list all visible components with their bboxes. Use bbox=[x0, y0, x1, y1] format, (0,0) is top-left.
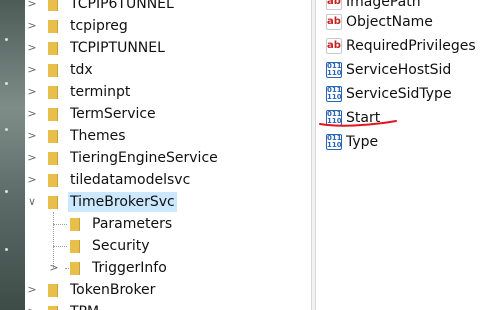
tree-item-label: TokenBroker bbox=[70, 282, 156, 298]
tree-item-timebrokersvc[interactable]: ∨ TimeBrokerSvc bbox=[25, 191, 295, 213]
value-row-servicehostsid[interactable]: 011 110 ServiceHostSid bbox=[316, 58, 500, 82]
tree-item-tdx[interactable]: > tdx bbox=[25, 59, 295, 81]
tree-item-label: tcpipreg bbox=[70, 18, 128, 34]
tree-item-tieringengineservice[interactable]: > TieringEngineService bbox=[25, 147, 295, 169]
tree-item-triggerinfo[interactable]: > TriggerInfo bbox=[25, 257, 295, 279]
value-name: RequiredPrivileges bbox=[346, 38, 476, 54]
tree-item-label: tdx bbox=[70, 62, 93, 78]
tree-item-label: Parameters bbox=[92, 216, 173, 232]
chevron-right-icon[interactable]: > bbox=[26, 37, 38, 59]
folder-icon bbox=[48, 42, 58, 55]
binary-value-icon: 011 110 bbox=[326, 110, 342, 126]
desktop-dot bbox=[5, 248, 8, 251]
value-row-type[interactable]: 011 110 Type bbox=[316, 130, 500, 154]
value-name: ServiceHostSid bbox=[346, 62, 452, 78]
value-name: ObjectName bbox=[346, 14, 433, 30]
string-value-icon: ab bbox=[326, 0, 342, 10]
tree-item-tcpiptunnel[interactable]: > TCPIPTUNNEL bbox=[25, 37, 295, 59]
tree-item-parameters[interactable]: Parameters bbox=[25, 213, 295, 235]
folder-icon bbox=[48, 174, 58, 187]
tree-item-label: terminpt bbox=[70, 84, 131, 100]
value-row-requiredprivileges[interactable]: ab RequiredPrivileges bbox=[316, 34, 500, 58]
registry-key-tree[interactable]: > TCPIP6TUNNEL > tcpipreg > TCPIPTUNNEL … bbox=[25, 0, 315, 310]
chevron-right-icon[interactable]: > bbox=[26, 0, 38, 15]
folder-icon bbox=[48, 152, 58, 165]
folder-icon bbox=[48, 86, 58, 99]
tree-item-themes[interactable]: > Themes bbox=[25, 125, 295, 147]
tree-item-label: TieringEngineService bbox=[70, 150, 218, 166]
tree-item-tcpip6tunnel[interactable]: > TCPIP6TUNNEL bbox=[25, 0, 295, 15]
string-value-icon: ab bbox=[326, 14, 342, 30]
registry-values-list[interactable]: ab ImagePath ab ObjectName ab RequiredPr… bbox=[316, 0, 500, 310]
desktop-background-strip bbox=[0, 0, 25, 310]
chevron-right-icon[interactable]: > bbox=[26, 15, 38, 37]
chevron-right-icon[interactable]: > bbox=[26, 125, 38, 147]
tree-item-label: Security bbox=[92, 238, 150, 254]
binary-value-icon: 011 110 bbox=[326, 62, 342, 78]
chevron-right-icon[interactable]: > bbox=[26, 279, 38, 301]
value-row-objectname[interactable]: ab ObjectName bbox=[316, 10, 500, 34]
chevron-right-icon[interactable]: > bbox=[48, 257, 60, 279]
desktop-dot bbox=[5, 38, 8, 41]
tree-item-label: tiledatamodelsvc bbox=[70, 172, 191, 188]
value-row-start[interactable]: 011 110 Start bbox=[316, 106, 500, 130]
chevron-right-icon[interactable]: > bbox=[26, 81, 38, 103]
tree-item-security[interactable]: Security bbox=[25, 235, 295, 257]
desktop-dot bbox=[5, 82, 8, 85]
desktop-dot bbox=[5, 128, 8, 131]
chevron-down-icon[interactable]: ∨ bbox=[26, 191, 38, 213]
tree-item-terminpt[interactable]: > terminpt bbox=[25, 81, 295, 103]
tree-item-label: TCPIP6TUNNEL bbox=[70, 0, 174, 12]
tree-item-tokenbroker[interactable]: > TokenBroker bbox=[25, 279, 295, 301]
tree-item-label: TermService bbox=[70, 106, 156, 122]
value-row-servicesidtype[interactable]: 011 110 ServiceSidType bbox=[316, 82, 500, 106]
binary-value-icon: 011 110 bbox=[326, 86, 342, 102]
folder-icon bbox=[70, 240, 80, 253]
value-name: Type bbox=[346, 134, 379, 150]
folder-icon bbox=[48, 196, 58, 209]
folder-icon bbox=[48, 108, 58, 121]
folder-icon bbox=[70, 262, 80, 275]
folder-icon bbox=[48, 130, 58, 143]
chevron-right-icon[interactable]: > bbox=[26, 147, 38, 169]
tree-item-tpm[interactable]: > TPM bbox=[25, 301, 295, 310]
folder-icon bbox=[70, 218, 80, 231]
chevron-right-icon[interactable]: > bbox=[26, 301, 38, 310]
desktop-dot bbox=[5, 190, 8, 193]
tree-item-label: Themes bbox=[70, 128, 126, 144]
folder-icon bbox=[48, 0, 58, 11]
string-value-icon: ab bbox=[326, 38, 342, 54]
tree-item-tiledatamodelsvc[interactable]: > tiledatamodelsvc bbox=[25, 169, 295, 191]
folder-icon bbox=[48, 20, 58, 33]
value-name: ServiceSidType bbox=[346, 86, 452, 102]
chevron-right-icon[interactable]: > bbox=[26, 59, 38, 81]
chevron-right-icon[interactable]: > bbox=[26, 103, 38, 125]
folder-icon bbox=[48, 284, 58, 297]
tree-item-label: TimeBrokerSvc bbox=[68, 192, 177, 212]
tree-item-termservice[interactable]: > TermService bbox=[25, 103, 295, 125]
tree-item-tcpipreg[interactable]: > tcpipreg bbox=[25, 15, 295, 37]
chevron-right-icon[interactable]: > bbox=[26, 169, 38, 191]
value-name: Start bbox=[346, 110, 381, 126]
folder-icon bbox=[48, 64, 58, 77]
binary-value-icon: 011 110 bbox=[326, 134, 342, 150]
tree-item-label: TriggerInfo bbox=[92, 260, 167, 276]
tree-item-label: TPM bbox=[68, 302, 101, 310]
folder-icon bbox=[48, 306, 58, 310]
tree-item-label: TCPIPTUNNEL bbox=[70, 40, 165, 56]
